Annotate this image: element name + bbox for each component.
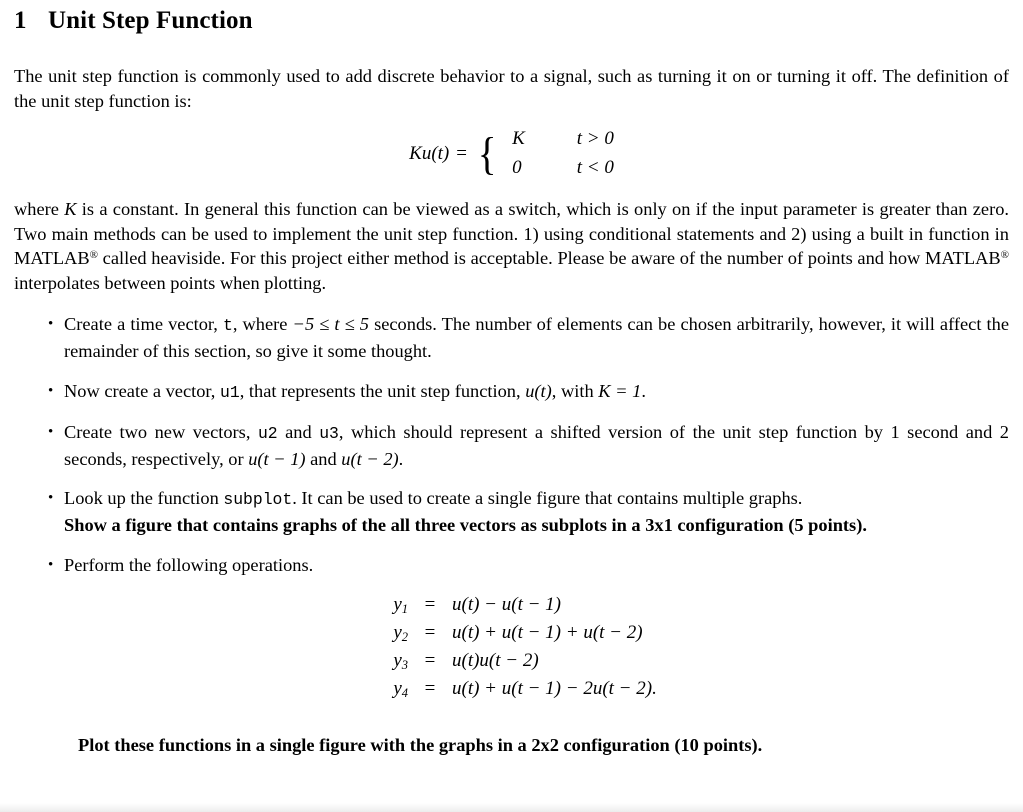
list-item-subplot: Look up the function subplot. It can be … [14,486,1009,537]
eq-lhs-subscript-4: 4 [401,685,408,700]
equation-lhs-y3: y3 [370,647,408,675]
bullet2-text-4: . [641,380,646,401]
equation-relation-y3: = [424,650,436,672]
piecewise-cases: K t > 0 0 t < 0 [500,126,614,181]
intro-paragraph: The unit step function is commonly used … [14,66,1009,111]
bullet3-text-1: Create two new vectors, [64,422,258,443]
eq-lhs-subscript-1: 1 [401,601,408,616]
math-range-t: −5 ≤ t ≤ 5 [292,314,369,335]
equation-relation-y2: = [424,622,436,644]
list-item-time-vector: Create a time vector, t, where −5 ≤ t ≤ … [14,312,1009,363]
eq-lhs-subscript-2: 2 [401,629,408,644]
math-u-t-minus-2: u(t − 2) [341,448,399,469]
equation-lhs-y1: y1 [370,591,408,619]
bullet2-text-3: , with [551,380,599,401]
code-identifier-u1: u1 [220,382,240,402]
equation-relation-y4: = [424,678,436,700]
case-condition-1: t > 0 [576,128,614,150]
bullet5-text-1: Perform the following operations. [64,554,314,575]
registered-trademark-icon-1: ® [89,249,98,262]
code-identifier-subplot: subplot [223,490,293,510]
case-condition-2: t < 0 [576,157,614,179]
document-page: 1 Unit Step Function The unit step funct… [0,5,1023,812]
bullet4-text-2: . It can be used to create a single figu… [292,488,803,509]
bullet1-text-2: , where [232,314,293,335]
code-identifier-t: t [223,316,233,336]
page-bottom-edge [0,803,1023,812]
equation-rhs-y2: u(t) + u(t − 1) + u(t − 2) [452,622,643,644]
section-heading: 1 Unit Step Function [14,5,1009,36]
equation-lhs-y2: y2 [370,619,408,647]
equation-lhs-y4: y4 [370,675,408,703]
left-brace-glyph: { [477,127,497,179]
case-value-1: K [512,128,525,150]
list-item-operations: Perform the following operations. [14,553,1009,578]
eq-lhs-symbol-1: y [393,594,402,616]
bullet3-text-5: . [398,448,404,469]
list-item-vectors-u2-u3: Create two new vectors, u2 and u3, which… [14,420,1009,471]
equation-rhs-y1: u(t) − u(t − 1) [452,594,562,616]
piecewise-equation: Ku(t) = { K t > 0 0 t < 0 [14,126,1009,181]
math-k-equals-1: K = 1 [598,380,642,401]
piecewise-relation: = [456,142,467,164]
task-list: Create a time vector, t, where −5 ≤ t ≤ … [14,312,1009,577]
bullet2-text-1: Now create a vector, [64,380,221,401]
equation-rhs-y4: u(t) + u(t − 1) − 2u(t − 2). [452,678,657,700]
eq-lhs-subscript-3: 3 [401,657,408,672]
section-number: 1 [14,7,27,34]
bullet4-text-1: Look up the function [64,488,224,509]
equation-relation-y1: = [424,594,436,616]
explanation-paragraph: where K is a constant. In general this f… [14,197,1009,295]
equation-row-y4: y4 = u(t) + u(t − 1) − 2u(t − 2). [370,675,657,703]
equation-row-y2: y2 = u(t) + u(t − 1) + u(t − 2) [370,619,657,647]
equation-row-y3: y3 = u(t)u(t − 2) [370,647,657,675]
bullet1-text-1: Create a time vector, [64,314,223,335]
bullet4-bold-instruction: Show a figure that contains graphs of th… [64,515,867,536]
math-u-t-minus-1: u(t − 1) [248,448,306,469]
eq-lhs-symbol-3: y [393,650,402,672]
list-item-vector-u1: Now create a vector, u1, that represents… [14,379,1009,406]
code-identifier-u2: u2 [257,424,278,444]
explanation-part-4: interpolates between points when plottin… [14,272,327,293]
equation-rhs-y3: u(t)u(t − 2) [452,650,539,672]
case-value-2: 0 [512,157,522,179]
explanation-part-1: where [14,199,65,220]
code-identifier-u3: u3 [319,424,339,444]
bullet3-text-4: and [305,448,342,469]
bullet2-text-2: , that represents the unit step function… [239,380,526,401]
section-title: Unit Step Function [48,7,253,34]
piecewise-lhs: Ku(t) [409,142,450,164]
eq-lhs-symbol-2: y [393,622,402,644]
equation-array: y1 = u(t) − u(t − 1) y2 = u(t) + u(t − 1… [14,591,1009,703]
math-u-of-t: u(t) [525,380,552,401]
eq-lhs-symbol-4: y [393,678,402,700]
explanation-part-3: called heaviside. For this project eithe… [97,248,1001,269]
final-instruction: Plot these functions in a single figure … [78,735,763,756]
math-var-k: K [64,199,77,220]
registered-trademark-icon-2: ® [1000,249,1009,262]
bullet3-text-2: and [277,422,320,443]
equation-row-y1: y1 = u(t) − u(t − 1) [370,591,657,619]
